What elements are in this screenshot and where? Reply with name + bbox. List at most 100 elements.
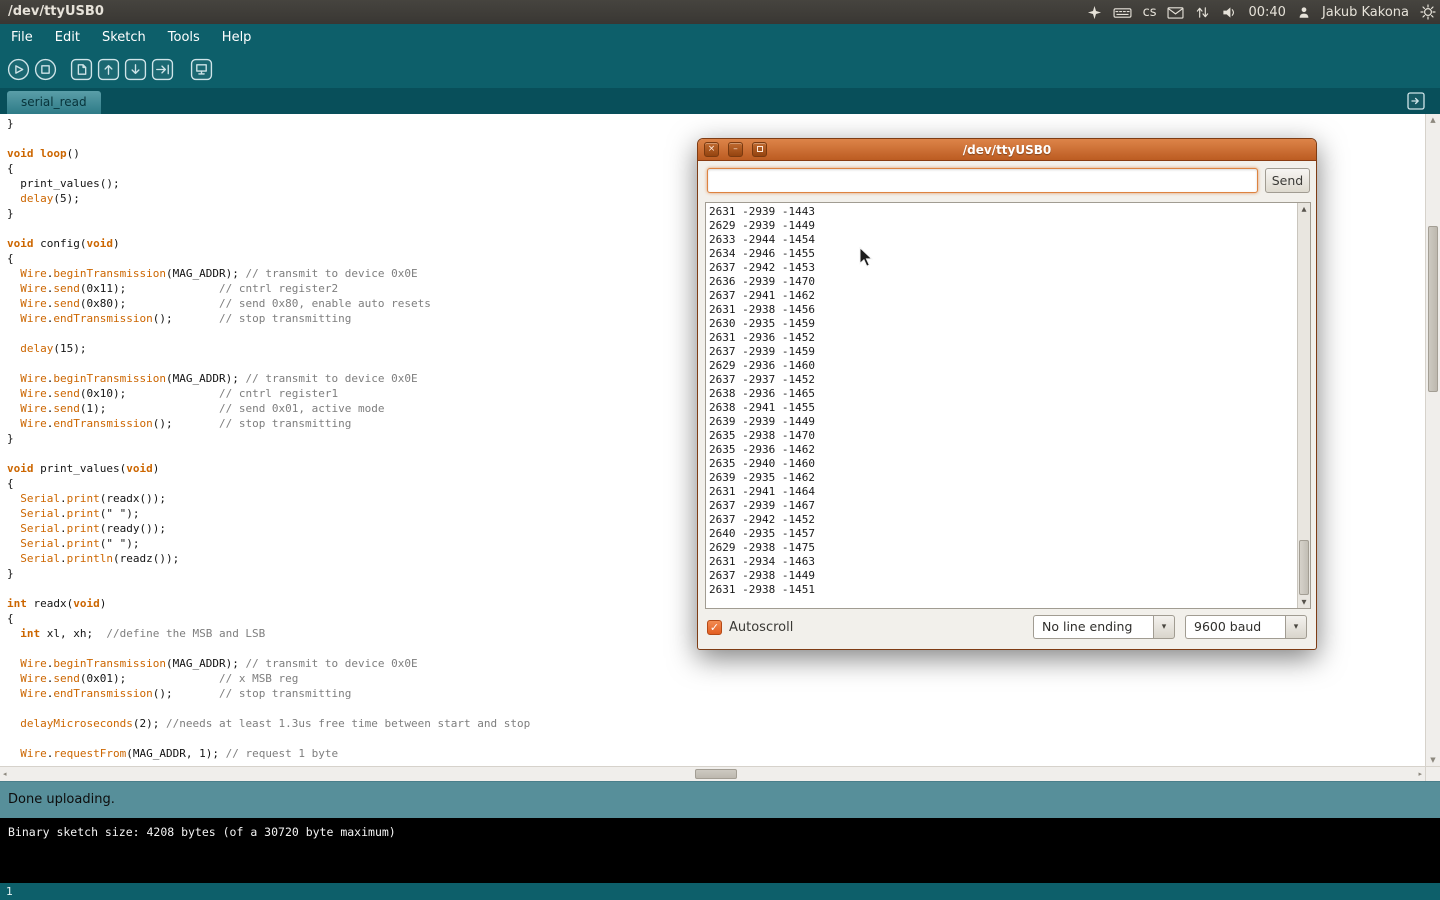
serial-output-line: 2633 -2944 -1454 xyxy=(709,233,1296,247)
stop-button[interactable] xyxy=(34,58,57,81)
code-line: } xyxy=(7,431,530,446)
chevron-down-icon[interactable]: ▾ xyxy=(1153,615,1175,639)
sparkle-indicator-icon[interactable] xyxy=(1087,5,1102,20)
serial-output-line: 2631 -2941 -1464 xyxy=(709,485,1296,499)
upload-button[interactable] xyxy=(151,58,174,81)
code-line: { xyxy=(7,476,530,491)
tab-serial-read[interactable]: serial_read xyxy=(7,91,101,114)
code-line: delay(5); xyxy=(7,191,530,206)
username-label[interactable]: Jakub Kakona xyxy=(1322,5,1409,20)
code-line: Serial.print(ready()); xyxy=(7,521,530,536)
keyboard-layout-label[interactable]: cs xyxy=(1143,5,1157,20)
serial-output-line: 2629 -2936 -1460 xyxy=(709,359,1296,373)
scroll-right-icon[interactable]: ▸ xyxy=(1418,767,1422,781)
serial-output-line: 2638 -2941 -1455 xyxy=(709,401,1296,415)
autoscroll-checkbox[interactable]: ✓ xyxy=(707,620,722,635)
line-number-strip: 1 xyxy=(0,883,1440,900)
autoscroll-label: Autoscroll xyxy=(729,620,793,635)
code-line: Wire.send(0x10); // cntrl register1 xyxy=(7,386,530,401)
menu-sketch[interactable]: Sketch xyxy=(91,24,157,51)
serial-monitor-button[interactable] xyxy=(190,58,213,81)
code-line: } xyxy=(7,206,530,221)
code-line: delay(15); xyxy=(7,341,530,356)
scroll-up-icon[interactable]: ▲ xyxy=(1298,205,1310,213)
serial-monitor-controls: ✓ Autoscroll No line ending ▾ 9600 baud … xyxy=(707,614,1307,640)
code-line: print_values(); xyxy=(7,176,530,191)
scroll-down-icon[interactable]: ▼ xyxy=(1298,598,1310,606)
session-gear-icon[interactable] xyxy=(1420,4,1436,20)
code-line: Wire.send(0x01); // x MSB reg xyxy=(7,671,530,686)
new-sketch-button[interactable] xyxy=(70,58,93,81)
chevron-down-icon[interactable]: ▾ xyxy=(1285,615,1307,639)
panel-window-title: /dev/ttyUSB0 xyxy=(8,0,104,24)
baud-rate-value: 9600 baud xyxy=(1185,615,1285,639)
window-controls: × – xyxy=(704,142,767,157)
tab-bar: serial_read xyxy=(0,88,1440,114)
scroll-up-icon[interactable]: ▲ xyxy=(1426,116,1440,124)
tab-menu-button[interactable] xyxy=(1407,92,1425,110)
serial-output-line: 2631 -2936 -1452 xyxy=(709,331,1296,345)
serial-output-line: 2640 -2935 -1457 xyxy=(709,527,1296,541)
editor-vertical-scrollbar-thumb[interactable] xyxy=(1428,226,1438,392)
code-line: Wire.beginTransmission(MAG_ADDR); // tra… xyxy=(7,371,530,386)
baud-rate-dropdown[interactable]: 9600 baud ▾ xyxy=(1185,615,1307,639)
clock[interactable]: 00:40 xyxy=(1248,5,1285,20)
editor-horizontal-scrollbar[interactable]: ◂ ▸ xyxy=(0,766,1425,781)
code-line: Wire.endTransmission(); // stop transmit… xyxy=(7,311,530,326)
code-line: void print_values(void) xyxy=(7,461,530,476)
serial-output-area[interactable]: 2631 -2939 -14432629 -2939 -14492633 -29… xyxy=(705,202,1311,609)
serial-send-input[interactable] xyxy=(707,168,1258,193)
close-button[interactable]: × xyxy=(704,142,719,157)
user-icon xyxy=(1297,5,1311,20)
serial-monitor-titlebar[interactable]: /dev/ttyUSB0 × – xyxy=(698,139,1316,161)
menu-help[interactable]: Help xyxy=(211,24,263,51)
menu-edit[interactable]: Edit xyxy=(44,24,91,51)
code-line: Serial.print(" "); xyxy=(7,506,530,521)
code-line: { xyxy=(7,251,530,266)
code-line: } xyxy=(7,566,530,581)
close-icon: × xyxy=(708,144,716,154)
volume-icon[interactable] xyxy=(1221,5,1237,20)
serial-output-line: 2639 -2935 -1462 xyxy=(709,471,1296,485)
serial-output-line: 2637 -2937 -1452 xyxy=(709,373,1296,387)
code-line: Wire.send(0x80); // send 0x80, enable au… xyxy=(7,296,530,311)
verify-button[interactable] xyxy=(7,58,30,81)
desktop: /dev/ttyUSB0 cs 00:40 Jakub Kakona xyxy=(0,0,1440,900)
code-line: } xyxy=(7,116,530,131)
maximize-button[interactable] xyxy=(752,142,767,157)
mail-icon[interactable] xyxy=(1167,5,1184,19)
console-line: Binary sketch size: 4208 bytes (of a 307… xyxy=(8,825,1432,839)
send-button[interactable]: Send xyxy=(1265,168,1310,193)
serial-output-line: 2629 -2939 -1449 xyxy=(709,219,1296,233)
open-sketch-button[interactable] xyxy=(97,58,120,81)
serial-scrollbar-thumb[interactable] xyxy=(1299,540,1309,595)
menu-tools[interactable]: Tools xyxy=(157,24,211,51)
code-line: { xyxy=(7,161,530,176)
code-line: void config(void) xyxy=(7,236,530,251)
keyboard-layout-icon[interactable] xyxy=(1113,5,1132,20)
serial-output-line: 2635 -2938 -1470 xyxy=(709,429,1296,443)
save-sketch-button[interactable] xyxy=(124,58,147,81)
line-ending-dropdown[interactable]: No line ending ▾ xyxy=(1033,615,1175,639)
console-output: Binary sketch size: 4208 bytes (of a 307… xyxy=(0,818,1440,883)
top-panel: /dev/ttyUSB0 cs 00:40 Jakub Kakona xyxy=(0,0,1440,24)
serial-monitor-window: /dev/ttyUSB0 × – Send 2631 -2939 -144326… xyxy=(697,138,1317,650)
code-line: Wire.send(1); // send 0x01, active mode xyxy=(7,401,530,416)
code-line: Wire.beginTransmission(MAG_ADDR); // tra… xyxy=(7,266,530,281)
scroll-left-icon[interactable]: ◂ xyxy=(3,767,7,781)
network-sync-icon[interactable] xyxy=(1195,5,1210,20)
editor-vertical-scrollbar[interactable]: ▲ ▼ xyxy=(1425,114,1440,766)
status-bar: Done uploading. xyxy=(0,781,1440,818)
mouse-cursor xyxy=(858,247,874,273)
serial-output-line: 2631 -2938 -1456 xyxy=(709,303,1296,317)
menu-file[interactable]: File xyxy=(0,24,44,51)
scroll-down-icon[interactable]: ▼ xyxy=(1426,756,1440,764)
code-line xyxy=(7,641,530,656)
code-line: void loop() xyxy=(7,146,530,161)
check-icon: ✓ xyxy=(710,621,719,634)
scrollbar-corner xyxy=(1425,766,1440,781)
editor-horizontal-scrollbar-thumb[interactable] xyxy=(695,769,737,779)
serial-vertical-scrollbar[interactable]: ▲ ▼ xyxy=(1297,203,1310,608)
minimize-button[interactable]: – xyxy=(728,142,743,157)
panel-indicators: cs 00:40 Jakub Kakona xyxy=(1087,0,1436,24)
